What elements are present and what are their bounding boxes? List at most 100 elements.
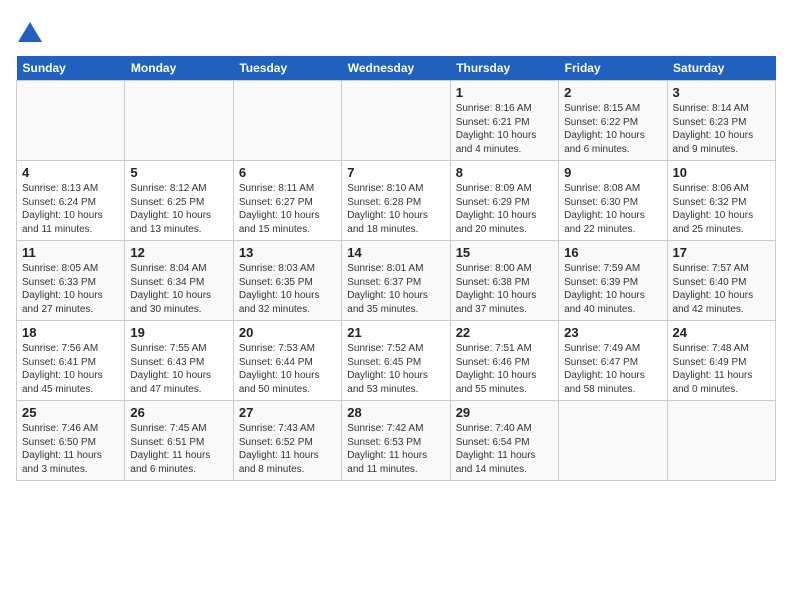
header-saturday: Saturday	[667, 56, 775, 81]
day-info: Sunrise: 8:00 AM Sunset: 6:38 PM Dayligh…	[456, 262, 553, 316]
day-number: 23	[564, 325, 661, 340]
day-number: 27	[239, 405, 336, 420]
calendar-cell: 29Sunrise: 7:40 AM Sunset: 6:54 PM Dayli…	[450, 401, 558, 481]
page-header	[16, 16, 776, 48]
logo-icon	[16, 20, 44, 48]
day-number: 9	[564, 165, 661, 180]
day-info: Sunrise: 8:08 AM Sunset: 6:30 PM Dayligh…	[564, 182, 661, 236]
day-info: Sunrise: 7:52 AM Sunset: 6:45 PM Dayligh…	[347, 342, 444, 396]
day-number: 2	[564, 85, 661, 100]
day-number: 4	[22, 165, 119, 180]
calendar-cell: 15 Sunrise: 8:00 AM Sunset: 6:38 PM Dayli…	[450, 241, 558, 321]
day-number: 5	[130, 165, 227, 180]
day-number: 21	[347, 325, 444, 340]
day-info: Sunrise: 8:05 AM Sunset: 6:33 PM Dayligh…	[22, 262, 119, 316]
calendar-cell: 20 Sunrise: 7:53 AM Sunset: 6:44 PM Dayli…	[233, 321, 341, 401]
day-info: Sunrise: 7:48 AM Sunset: 6:49 PM Dayligh…	[673, 342, 770, 396]
calendar-cell: 6 Sunrise: 8:11 AM Sunset: 6:27 PM Daylig…	[233, 161, 341, 241]
day-number: 24	[673, 325, 770, 340]
day-number: 8	[456, 165, 553, 180]
calendar-cell: 22 Sunrise: 7:51 AM Sunset: 6:46 PM Dayli…	[450, 321, 558, 401]
day-info: Sunrise: 7:53 AM Sunset: 6:44 PM Dayligh…	[239, 342, 336, 396]
calendar-body: 1 Sunrise: 8:16 AM Sunset: 6:21 PM Daylig…	[17, 81, 776, 481]
day-info: Sunrise: 8:12 AM Sunset: 6:25 PM Dayligh…	[130, 182, 227, 236]
day-info: Sunrise: 8:15 AM Sunset: 6:22 PM Dayligh…	[564, 102, 661, 156]
calendar-cell: 27 Sunrise: 7:43 AM Sunset: 6:52 PM Dayli…	[233, 401, 341, 481]
day-info: Sunrise: 8:09 AM Sunset: 6:29 PM Dayligh…	[456, 182, 553, 236]
calendar-cell: 21 Sunrise: 7:52 AM Sunset: 6:45 PM Dayli…	[342, 321, 450, 401]
day-info: Sunrise: 8:13 AM Sunset: 6:24 PM Dayligh…	[22, 182, 119, 236]
calendar-cell: 7 Sunrise: 8:10 AM Sunset: 6:28 PM Daylig…	[342, 161, 450, 241]
calendar-cell	[125, 81, 233, 161]
header-row: SundayMondayTuesdayWednesdayThursdayFrid…	[17, 56, 776, 81]
calendar-cell: 18 Sunrise: 7:56 AM Sunset: 6:41 PM Dayli…	[17, 321, 125, 401]
day-info: Sunrise: 7:57 AM Sunset: 6:40 PM Dayligh…	[673, 262, 770, 316]
day-info: Sunrise: 7:59 AM Sunset: 6:39 PM Dayligh…	[564, 262, 661, 316]
calendar-cell: 17 Sunrise: 7:57 AM Sunset: 6:40 PM Dayli…	[667, 241, 775, 321]
day-number: 15	[456, 245, 553, 260]
calendar-cell: 2 Sunrise: 8:15 AM Sunset: 6:22 PM Daylig…	[559, 81, 667, 161]
day-info: Sunrise: 7:56 AM Sunset: 6:41 PM Dayligh…	[22, 342, 119, 396]
day-number: 6	[239, 165, 336, 180]
day-info: Sunrise: 7:43 AM Sunset: 6:52 PM Dayligh…	[239, 422, 336, 476]
day-number: 16	[564, 245, 661, 260]
calendar-cell: 19 Sunrise: 7:55 AM Sunset: 6:43 PM Dayli…	[125, 321, 233, 401]
calendar-cell: 8 Sunrise: 8:09 AM Sunset: 6:29 PM Daylig…	[450, 161, 558, 241]
calendar-cell	[667, 401, 775, 481]
day-number: 22	[456, 325, 553, 340]
calendar-cell: 4 Sunrise: 8:13 AM Sunset: 6:24 PM Daylig…	[17, 161, 125, 241]
day-info: Sunrise: 8:06 AM Sunset: 6:32 PM Dayligh…	[673, 182, 770, 236]
calendar-cell: 10 Sunrise: 8:06 AM Sunset: 6:32 PM Dayli…	[667, 161, 775, 241]
calendar-cell: 24 Sunrise: 7:48 AM Sunset: 6:49 PM Dayli…	[667, 321, 775, 401]
calendar-cell: 1 Sunrise: 8:16 AM Sunset: 6:21 PM Daylig…	[450, 81, 558, 161]
day-number: 14	[347, 245, 444, 260]
day-info: Sunrise: 8:04 AM Sunset: 6:34 PM Dayligh…	[130, 262, 227, 316]
day-number: 20	[239, 325, 336, 340]
day-info: Sunrise: 8:11 AM Sunset: 6:27 PM Dayligh…	[239, 182, 336, 236]
day-number: 25	[22, 405, 119, 420]
day-info: Sunrise: 8:10 AM Sunset: 6:28 PM Dayligh…	[347, 182, 444, 236]
day-info: Sunrise: 7:46 AM Sunset: 6:50 PM Dayligh…	[22, 422, 119, 476]
calendar-cell	[233, 81, 341, 161]
calendar-cell: 11 Sunrise: 8:05 AM Sunset: 6:33 PM Dayli…	[17, 241, 125, 321]
logo	[16, 20, 46, 48]
day-number: 13	[239, 245, 336, 260]
day-number: 18	[22, 325, 119, 340]
day-number: 12	[130, 245, 227, 260]
day-info: Sunrise: 7:42 AM Sunset: 6:53 PM Dayligh…	[347, 422, 444, 476]
calendar-cell: 28Sunrise: 7:42 AM Sunset: 6:53 PM Dayli…	[342, 401, 450, 481]
calendar-cell	[17, 81, 125, 161]
day-info: Sunrise: 7:45 AM Sunset: 6:51 PM Dayligh…	[130, 422, 227, 476]
calendar-cell: 23Sunrise: 7:49 AM Sunset: 6:47 PM Dayli…	[559, 321, 667, 401]
day-number: 7	[347, 165, 444, 180]
day-info: Sunrise: 7:51 AM Sunset: 6:46 PM Dayligh…	[456, 342, 553, 396]
day-number: 1	[456, 85, 553, 100]
calendar-cell: 16 Sunrise: 7:59 AM Sunset: 6:39 PM Dayli…	[559, 241, 667, 321]
day-info: Sunrise: 8:14 AM Sunset: 6:23 PM Dayligh…	[673, 102, 770, 156]
day-info: Sunrise: 8:01 AM Sunset: 6:37 PM Dayligh…	[347, 262, 444, 316]
header-monday: Monday	[125, 56, 233, 81]
day-info: Sunrise: 7:55 AM Sunset: 6:43 PM Dayligh…	[130, 342, 227, 396]
calendar-cell: 25 Sunrise: 7:46 AM Sunset: 6:50 PM Dayli…	[17, 401, 125, 481]
calendar-cell: 14 Sunrise: 8:01 AM Sunset: 6:37 PM Dayli…	[342, 241, 450, 321]
header-sunday: Sunday	[17, 56, 125, 81]
calendar-cell: 13Sunrise: 8:03 AM Sunset: 6:35 PM Dayli…	[233, 241, 341, 321]
header-friday: Friday	[559, 56, 667, 81]
calendar-cell	[342, 81, 450, 161]
week-row-1: 4 Sunrise: 8:13 AM Sunset: 6:24 PM Daylig…	[17, 161, 776, 241]
calendar-cell: 9 Sunrise: 8:08 AM Sunset: 6:30 PM Daylig…	[559, 161, 667, 241]
calendar-header: SundayMondayTuesdayWednesdayThursdayFrid…	[17, 56, 776, 81]
week-row-3: 18 Sunrise: 7:56 AM Sunset: 6:41 PM Dayli…	[17, 321, 776, 401]
week-row-4: 25 Sunrise: 7:46 AM Sunset: 6:50 PM Dayli…	[17, 401, 776, 481]
week-row-2: 11 Sunrise: 8:05 AM Sunset: 6:33 PM Dayli…	[17, 241, 776, 321]
day-number: 19	[130, 325, 227, 340]
day-number: 11	[22, 245, 119, 260]
day-info: Sunrise: 8:16 AM Sunset: 6:21 PM Dayligh…	[456, 102, 553, 156]
day-info: Sunrise: 7:40 AM Sunset: 6:54 PM Dayligh…	[456, 422, 553, 476]
calendar-cell: 12 Sunrise: 8:04 AM Sunset: 6:34 PM Dayli…	[125, 241, 233, 321]
header-wednesday: Wednesday	[342, 56, 450, 81]
day-number: 17	[673, 245, 770, 260]
day-number: 10	[673, 165, 770, 180]
calendar-table: SundayMondayTuesdayWednesdayThursdayFrid…	[16, 56, 776, 481]
calendar-cell: 5 Sunrise: 8:12 AM Sunset: 6:25 PM Daylig…	[125, 161, 233, 241]
